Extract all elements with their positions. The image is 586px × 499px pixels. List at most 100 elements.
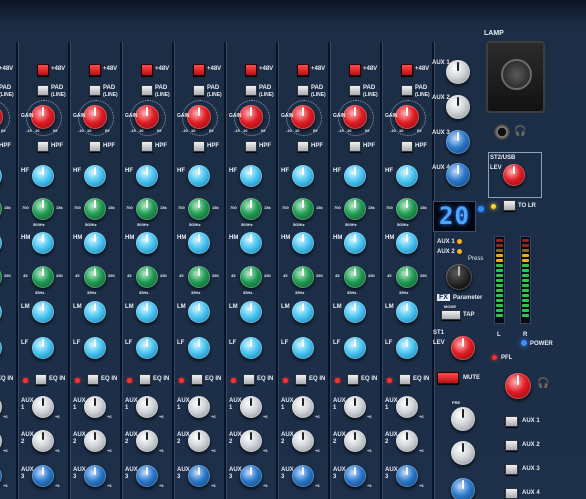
phantom-48v-button[interactable] [141,64,153,76]
lm-knob[interactable] [344,301,366,323]
st1-mute-button[interactable] [437,372,459,384]
hpf-button[interactable] [193,141,205,152]
master-send-3-knob[interactable] [451,478,475,499]
eq-in-button[interactable] [347,374,359,385]
hf-knob[interactable] [292,165,314,187]
lm-freq-knob[interactable] [240,266,262,288]
pad-button[interactable] [245,85,257,96]
lm-knob[interactable] [136,301,158,323]
aux-1-send-knob[interactable] [240,396,262,418]
gain-knob[interactable] [135,105,159,129]
hf-freq-knob[interactable] [344,198,366,220]
pad-button[interactable] [89,85,101,96]
hf-knob[interactable] [84,165,106,187]
hf-freq-knob[interactable] [240,198,262,220]
eq-in-button[interactable] [295,374,307,385]
hpf-button[interactable] [349,141,361,152]
pad-button[interactable] [193,85,205,96]
tap-button[interactable] [441,310,461,320]
aux-3-send-knob[interactable] [136,465,158,487]
pad-button[interactable] [401,85,413,96]
aux-1-send-knob[interactable] [292,396,314,418]
phantom-48v-button[interactable] [193,64,205,76]
hm-knob[interactable] [188,232,210,254]
lm-knob[interactable] [32,301,54,323]
lf-knob[interactable] [188,337,210,359]
lm-knob[interactable] [240,301,262,323]
gain-knob[interactable] [395,105,419,129]
phantom-48v-button[interactable] [37,64,49,76]
hpf-button[interactable] [141,141,153,152]
aux-1-send-knob[interactable] [136,396,158,418]
lm-freq-knob[interactable] [32,266,54,288]
gain-knob[interactable] [239,105,263,129]
hf-knob[interactable] [396,165,418,187]
pad-button[interactable] [349,85,361,96]
aux-2-send-knob[interactable] [292,430,314,452]
st1-level-knob[interactable] [451,336,475,360]
pad-button[interactable] [37,85,49,96]
hpf-button[interactable] [89,141,101,152]
lm-freq-knob[interactable] [396,266,418,288]
hm-knob[interactable] [136,232,158,254]
aux-3-send-knob[interactable] [344,465,366,487]
st2usb-level-knob[interactable] [503,164,525,186]
lm-freq-knob[interactable] [344,266,366,288]
gain-knob[interactable] [83,105,107,129]
phantom-48v-button[interactable] [245,64,257,76]
master-send-2-knob[interactable] [451,441,475,465]
aux-2-send-knob[interactable] [396,430,418,452]
eq-in-button[interactable] [191,374,203,385]
hpf-button[interactable] [245,141,257,152]
hm-knob[interactable] [32,232,54,254]
lm-freq-knob[interactable] [188,266,210,288]
aux-2-send-knob[interactable] [188,430,210,452]
hm-knob[interactable] [292,232,314,254]
aux-1-send-knob[interactable] [84,396,106,418]
lm-freq-knob[interactable] [84,266,106,288]
phones-level-knob[interactable] [505,373,531,399]
lm-freq-knob[interactable] [136,266,158,288]
eq-in-button[interactable] [243,374,255,385]
aux-3-send-knob[interactable] [32,465,54,487]
hf-freq-knob[interactable] [396,198,418,220]
aux-1-send-knob[interactable] [32,396,54,418]
hf-freq-knob[interactable] [188,198,210,220]
hf-knob[interactable] [188,165,210,187]
hf-freq-knob[interactable] [136,198,158,220]
pad-button[interactable] [141,85,153,96]
hpf-button[interactable] [297,141,309,152]
lm-knob[interactable] [84,301,106,323]
lm-freq-knob[interactable] [292,266,314,288]
aux-3-send-knob[interactable] [84,465,106,487]
hm-knob[interactable] [240,232,262,254]
aux-2-send-knob[interactable] [32,430,54,452]
lf-knob[interactable] [344,337,366,359]
phantom-48v-button[interactable] [89,64,101,76]
aux-3-send-knob[interactable] [396,465,418,487]
eq-in-button[interactable] [139,374,151,385]
aux-2-send-knob[interactable] [84,430,106,452]
phantom-48v-button[interactable] [297,64,309,76]
aux-4-pfl-button[interactable] [505,488,518,499]
to-lr-button[interactable] [503,200,516,211]
pad-button[interactable] [297,85,309,96]
hf-knob[interactable] [344,165,366,187]
master-aux-4-knob[interactable] [446,163,470,187]
aux-2-send-knob[interactable] [240,430,262,452]
master-aux-1-knob[interactable] [446,60,470,84]
lf-knob[interactable] [396,337,418,359]
hpf-button[interactable] [37,141,49,152]
hf-knob[interactable] [136,165,158,187]
hm-knob[interactable] [84,232,106,254]
phantom-48v-button[interactable] [401,64,413,76]
lamp-xlr-socket[interactable] [486,41,545,113]
phantom-48v-button[interactable] [349,64,361,76]
master-aux-2-knob[interactable] [446,95,470,119]
aux-2-pfl-button[interactable] [505,440,518,451]
master-aux-3-knob[interactable] [446,130,470,154]
hm-knob[interactable] [344,232,366,254]
aux-1-send-knob[interactable] [396,396,418,418]
gain-knob[interactable] [31,105,55,129]
hf-knob[interactable] [240,165,262,187]
